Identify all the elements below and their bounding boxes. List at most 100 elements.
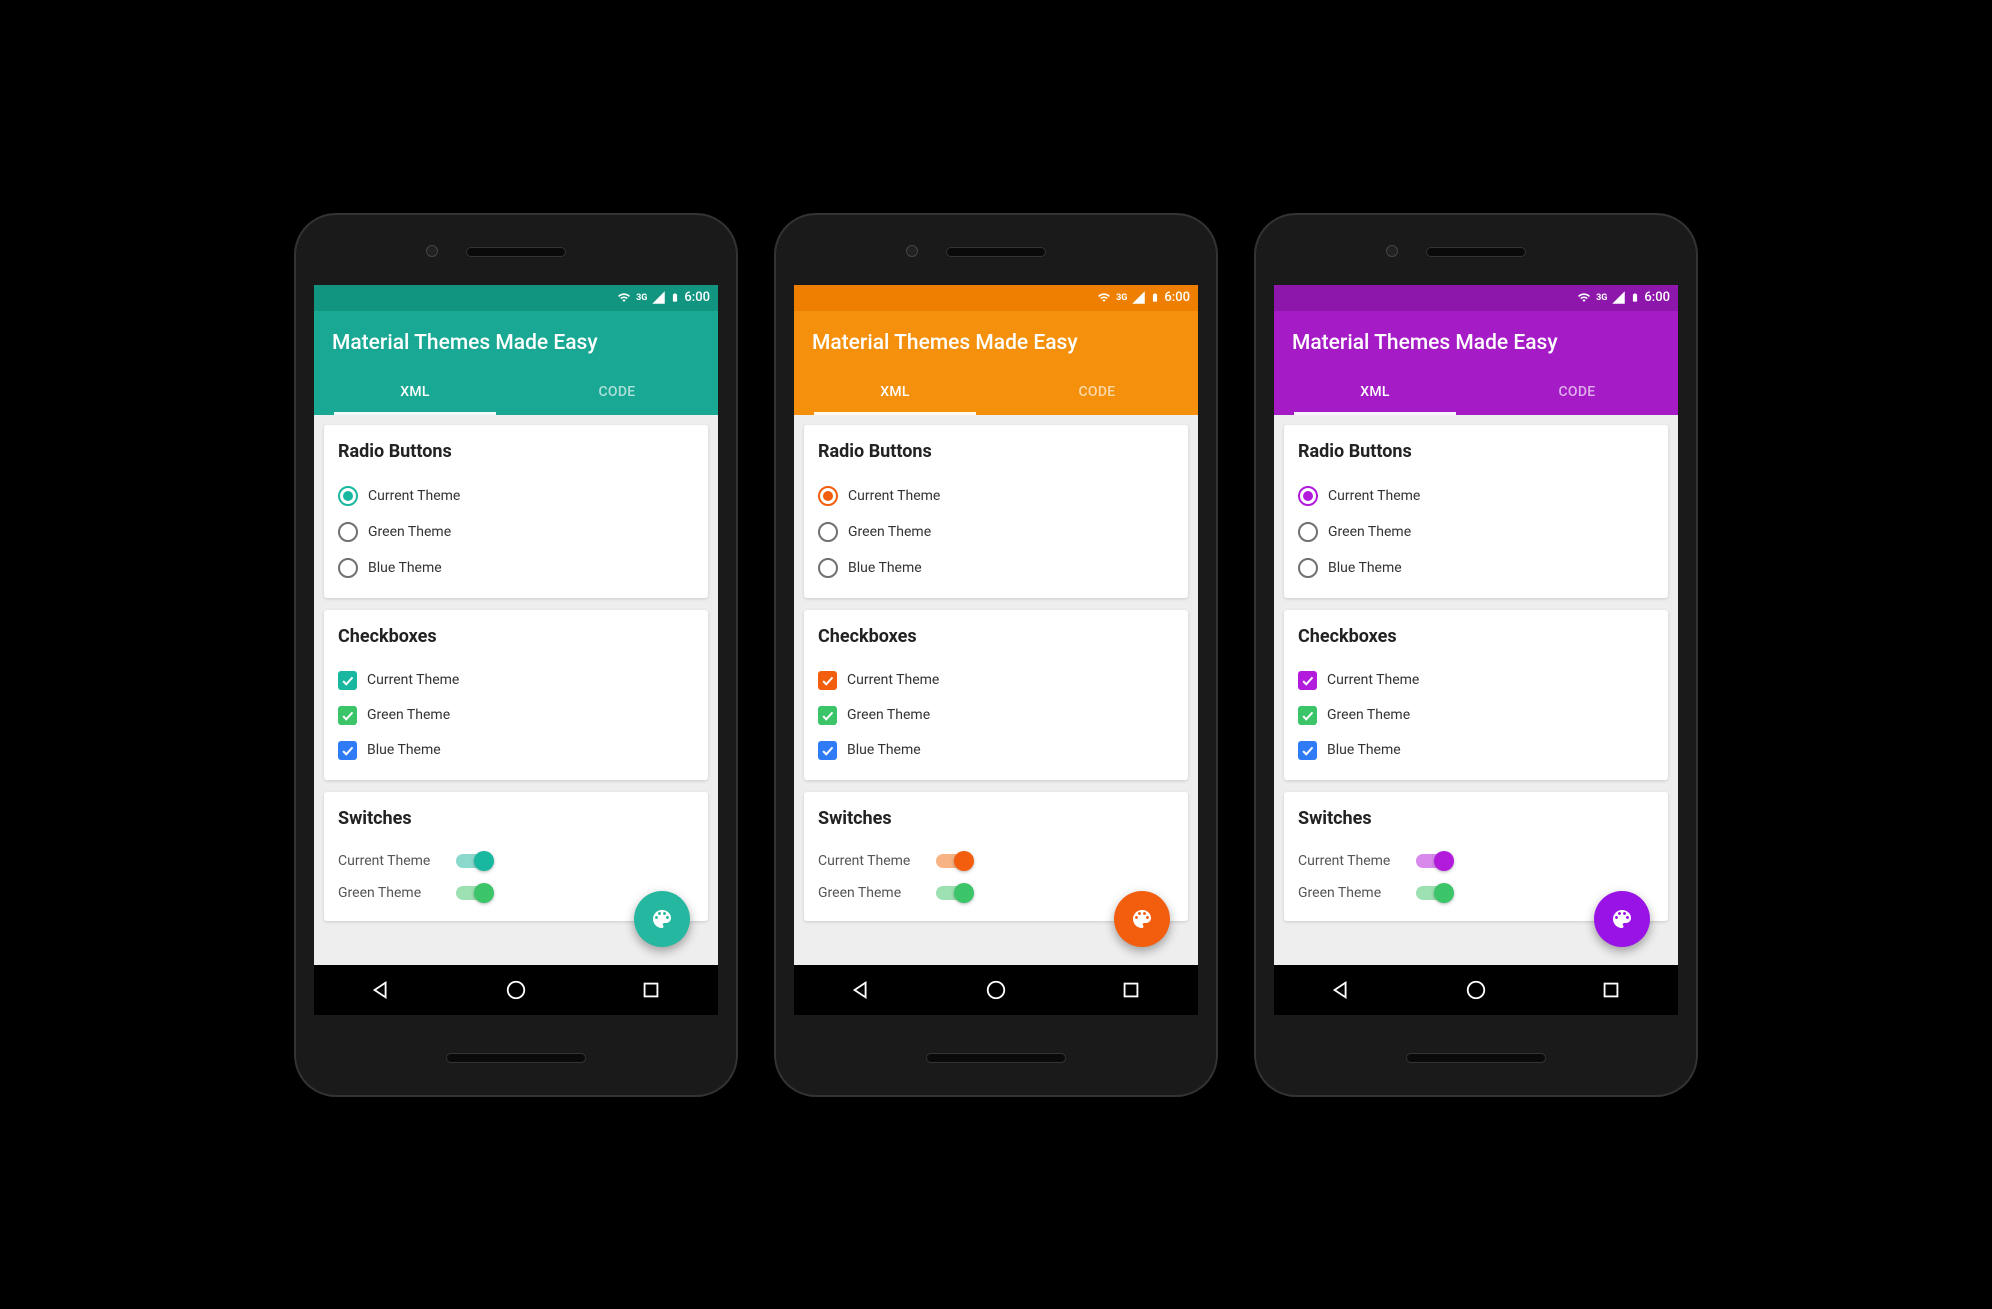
checkbox-green[interactable]: Green Theme (338, 698, 694, 733)
radio-icon (818, 486, 838, 506)
home-icon[interactable] (1465, 979, 1487, 1001)
app-title: Material Themes Made Easy (332, 331, 598, 355)
screen: 3G 6:00 Material Themes Made Easy XML CO… (314, 285, 718, 1015)
checkbox-title: Checkboxes (1298, 626, 1654, 647)
checkbox-icon (338, 741, 357, 760)
status-bar: 3G 6:00 (794, 285, 1198, 311)
switch-toggle (1416, 854, 1452, 868)
radio-blue[interactable]: Blue Theme (1298, 550, 1654, 586)
switch-label: Current Theme (1298, 853, 1398, 869)
radio-current[interactable]: Current Theme (818, 478, 1174, 514)
nav-bar (314, 965, 718, 1015)
checkbox-current[interactable]: Current Theme (1298, 663, 1654, 698)
checkbox-green[interactable]: Green Theme (818, 698, 1174, 733)
switch-current[interactable]: Current Theme (818, 845, 1174, 877)
checkbox-icon (818, 741, 837, 760)
switch-label: Current Theme (818, 853, 918, 869)
tab-xml[interactable]: XML (314, 369, 516, 415)
checkbox-card: Checkboxes Current Theme Green Theme Blu… (804, 610, 1188, 780)
radio-title: Radio Buttons (818, 441, 1174, 462)
app-bar: Material Themes Made Easy (1274, 311, 1678, 369)
tab-xml[interactable]: XML (794, 369, 996, 415)
radio-label: Green Theme (368, 524, 451, 540)
home-icon[interactable] (985, 979, 1007, 1001)
wifi-icon (1576, 291, 1592, 304)
tab-bar: XML CODE (794, 369, 1198, 415)
app-title: Material Themes Made Easy (1292, 331, 1558, 355)
switch-title: Switches (1298, 808, 1654, 829)
checkbox-icon (818, 706, 837, 725)
clock: 6:00 (684, 290, 710, 305)
palette-icon (650, 907, 674, 931)
checkbox-title: Checkboxes (338, 626, 694, 647)
tab-code[interactable]: CODE (1476, 369, 1678, 415)
radio-icon (1298, 486, 1318, 506)
tab-bar: XML CODE (314, 369, 718, 415)
switch-label: Current Theme (338, 853, 438, 869)
app-bar: Material Themes Made Easy (794, 311, 1198, 369)
radio-label: Blue Theme (848, 560, 922, 576)
switch-toggle (456, 886, 492, 900)
nav-bar (794, 965, 1198, 1015)
checkbox-blue[interactable]: Blue Theme (818, 733, 1174, 768)
home-icon[interactable] (505, 979, 527, 1001)
switch-label: Green Theme (338, 885, 438, 901)
switch-toggle (936, 886, 972, 900)
checkbox-green[interactable]: Green Theme (1298, 698, 1654, 733)
fab-theme[interactable] (634, 891, 690, 947)
switch-label: Green Theme (1298, 885, 1398, 901)
radio-current[interactable]: Current Theme (338, 478, 694, 514)
checkbox-label: Current Theme (847, 672, 939, 688)
status-bar: 3G 6:00 (314, 285, 718, 311)
camera-dot (1386, 245, 1398, 257)
radio-blue[interactable]: Blue Theme (818, 550, 1174, 586)
clock: 6:00 (1644, 290, 1670, 305)
switch-title: Switches (818, 808, 1174, 829)
back-icon[interactable] (1330, 979, 1352, 1001)
radio-green[interactable]: Green Theme (818, 514, 1174, 550)
back-icon[interactable] (370, 979, 392, 1001)
tab-xml[interactable]: XML (1274, 369, 1476, 415)
checkbox-blue[interactable]: Blue Theme (338, 733, 694, 768)
radio-green[interactable]: Green Theme (338, 514, 694, 550)
radio-green[interactable]: Green Theme (1298, 514, 1654, 550)
tab-code[interactable]: CODE (996, 369, 1198, 415)
radio-label: Blue Theme (1328, 560, 1402, 576)
fab-theme[interactable] (1594, 891, 1650, 947)
earpiece (946, 247, 1046, 257)
radio-label: Current Theme (368, 488, 460, 504)
network-label: 3G (1116, 293, 1127, 303)
radio-title: Radio Buttons (338, 441, 694, 462)
radio-label: Current Theme (1328, 488, 1420, 504)
screen: 3G 6:00 Material Themes Made Easy XML CO… (1274, 285, 1678, 1015)
fab-theme[interactable] (1114, 891, 1170, 947)
checkbox-blue[interactable]: Blue Theme (1298, 733, 1654, 768)
radio-title: Radio Buttons (1298, 441, 1654, 462)
radio-card: Radio Buttons Current Theme Green Theme … (804, 425, 1188, 598)
earpiece (1426, 247, 1526, 257)
back-icon[interactable] (850, 979, 872, 1001)
checkbox-title: Checkboxes (818, 626, 1174, 647)
recent-icon[interactable] (1600, 979, 1622, 1001)
screen: 3G 6:00 Material Themes Made Easy XML CO… (794, 285, 1198, 1015)
radio-card: Radio Buttons Current Theme Green Theme … (324, 425, 708, 598)
checkbox-current[interactable]: Current Theme (338, 663, 694, 698)
checkbox-label: Green Theme (847, 707, 930, 723)
radio-blue[interactable]: Blue Theme (338, 550, 694, 586)
tab-code[interactable]: CODE (516, 369, 718, 415)
signal-icon (651, 290, 666, 305)
radio-current[interactable]: Current Theme (1298, 478, 1654, 514)
radio-icon (338, 522, 358, 542)
switch-current[interactable]: Current Theme (1298, 845, 1654, 877)
recent-icon[interactable] (1120, 979, 1142, 1001)
signal-icon (1131, 290, 1146, 305)
radio-icon (1298, 558, 1318, 578)
wifi-icon (1096, 291, 1112, 304)
recent-icon[interactable] (640, 979, 662, 1001)
battery-icon (1630, 290, 1640, 305)
switch-title: Switches (338, 808, 694, 829)
switch-current[interactable]: Current Theme (338, 845, 694, 877)
palette-icon (1130, 907, 1154, 931)
radio-icon (818, 522, 838, 542)
checkbox-current[interactable]: Current Theme (818, 663, 1174, 698)
